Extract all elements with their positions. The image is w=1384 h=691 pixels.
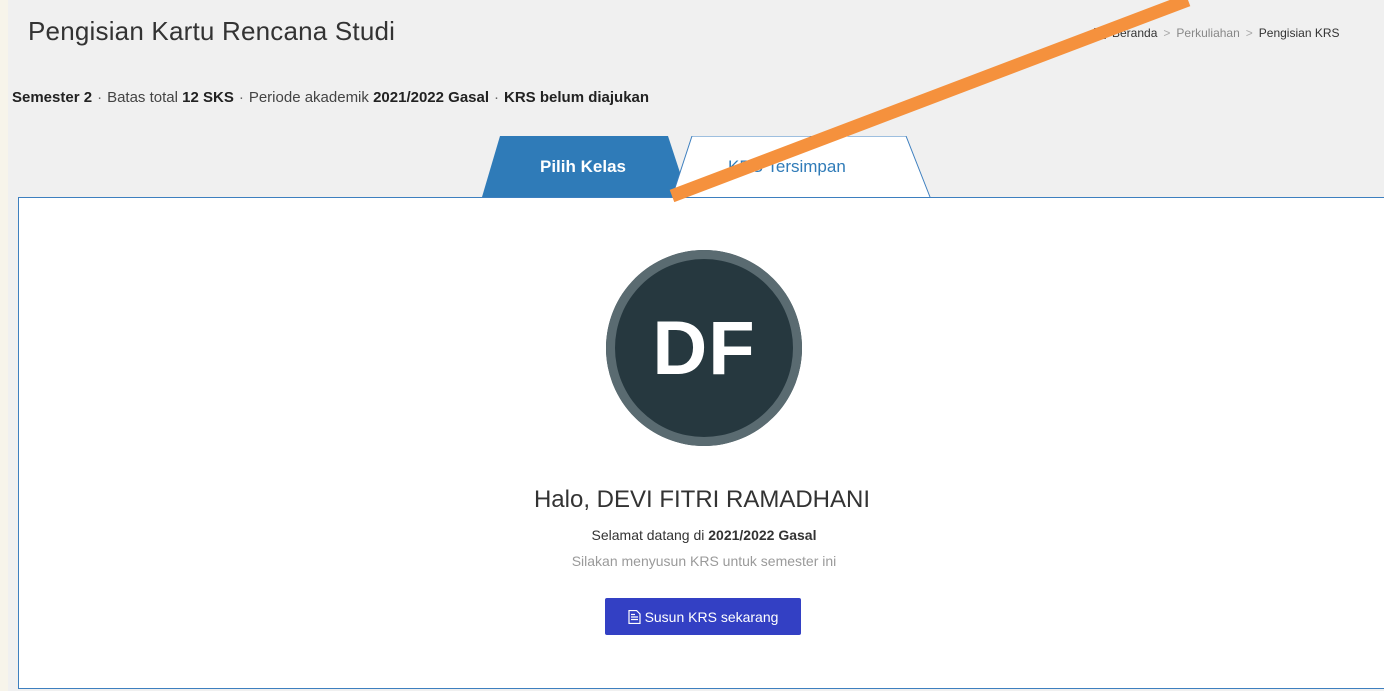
page-title: Pengisian Kartu Rencana Studi: [28, 16, 396, 46]
separator-dot: ·: [97, 89, 103, 106]
instruction-text: Silakan menyusun KRS untuk semester ini: [571, 553, 837, 569]
tab-bar: Pilih Kelas KRS Tersimpan: [0, 136, 1384, 198]
avatar-initials: DF: [652, 305, 756, 391]
period-prefix: Periode akademik: [248, 89, 369, 106]
breadcrumb-current: Pengisian KRS: [1258, 26, 1340, 40]
limit-value: 12 SKS: [182, 89, 234, 106]
welcome-prefix: Selamat datang di: [591, 527, 705, 543]
breadcrumb-perkuliahan[interactable]: Perkuliahan: [1176, 26, 1239, 40]
welcome-text: Selamat datang di 2021/2022 Gasal: [12, 527, 1384, 543]
breadcrumb: Beranda > Perkuliahan > Pengisian KRS: [1094, 26, 1340, 40]
breadcrumb-home[interactable]: Beranda: [1112, 26, 1157, 40]
welcome-period: 2021/2022 Gasal: [708, 527, 817, 543]
home-icon: [1094, 27, 1106, 39]
period-value: 2021/2022 Gasal: [373, 89, 490, 106]
breadcrumb-separator: >: [1245, 26, 1253, 40]
susun-krs-button[interactable]: Susun KRS sekarang: [605, 598, 801, 635]
tab-pilih-kelas[interactable]: Pilih Kelas: [540, 157, 626, 177]
tab-krs-tersimpan[interactable]: KRS Tersimpan: [728, 157, 846, 177]
separator-dot: ·: [238, 89, 244, 106]
semester-label: Semester 2: [12, 89, 93, 106]
separator-dot: ·: [494, 89, 500, 106]
greeting: Halo, DEVI FITRI RAMADHANI: [533, 486, 871, 513]
avatar: DF: [606, 250, 802, 446]
semester-info: Semester 2 · Batas total 12 SKS · Periode ak…: [12, 89, 649, 106]
tab-shapes: [482, 136, 931, 198]
krs-status: KRS belum diajukan: [504, 89, 650, 106]
breadcrumb-separator: >: [1163, 26, 1171, 40]
susun-krs-label: Susun KRS sekarang: [644, 608, 779, 625]
limit-prefix: Batas total: [107, 89, 178, 106]
document-icon: [627, 609, 641, 624]
